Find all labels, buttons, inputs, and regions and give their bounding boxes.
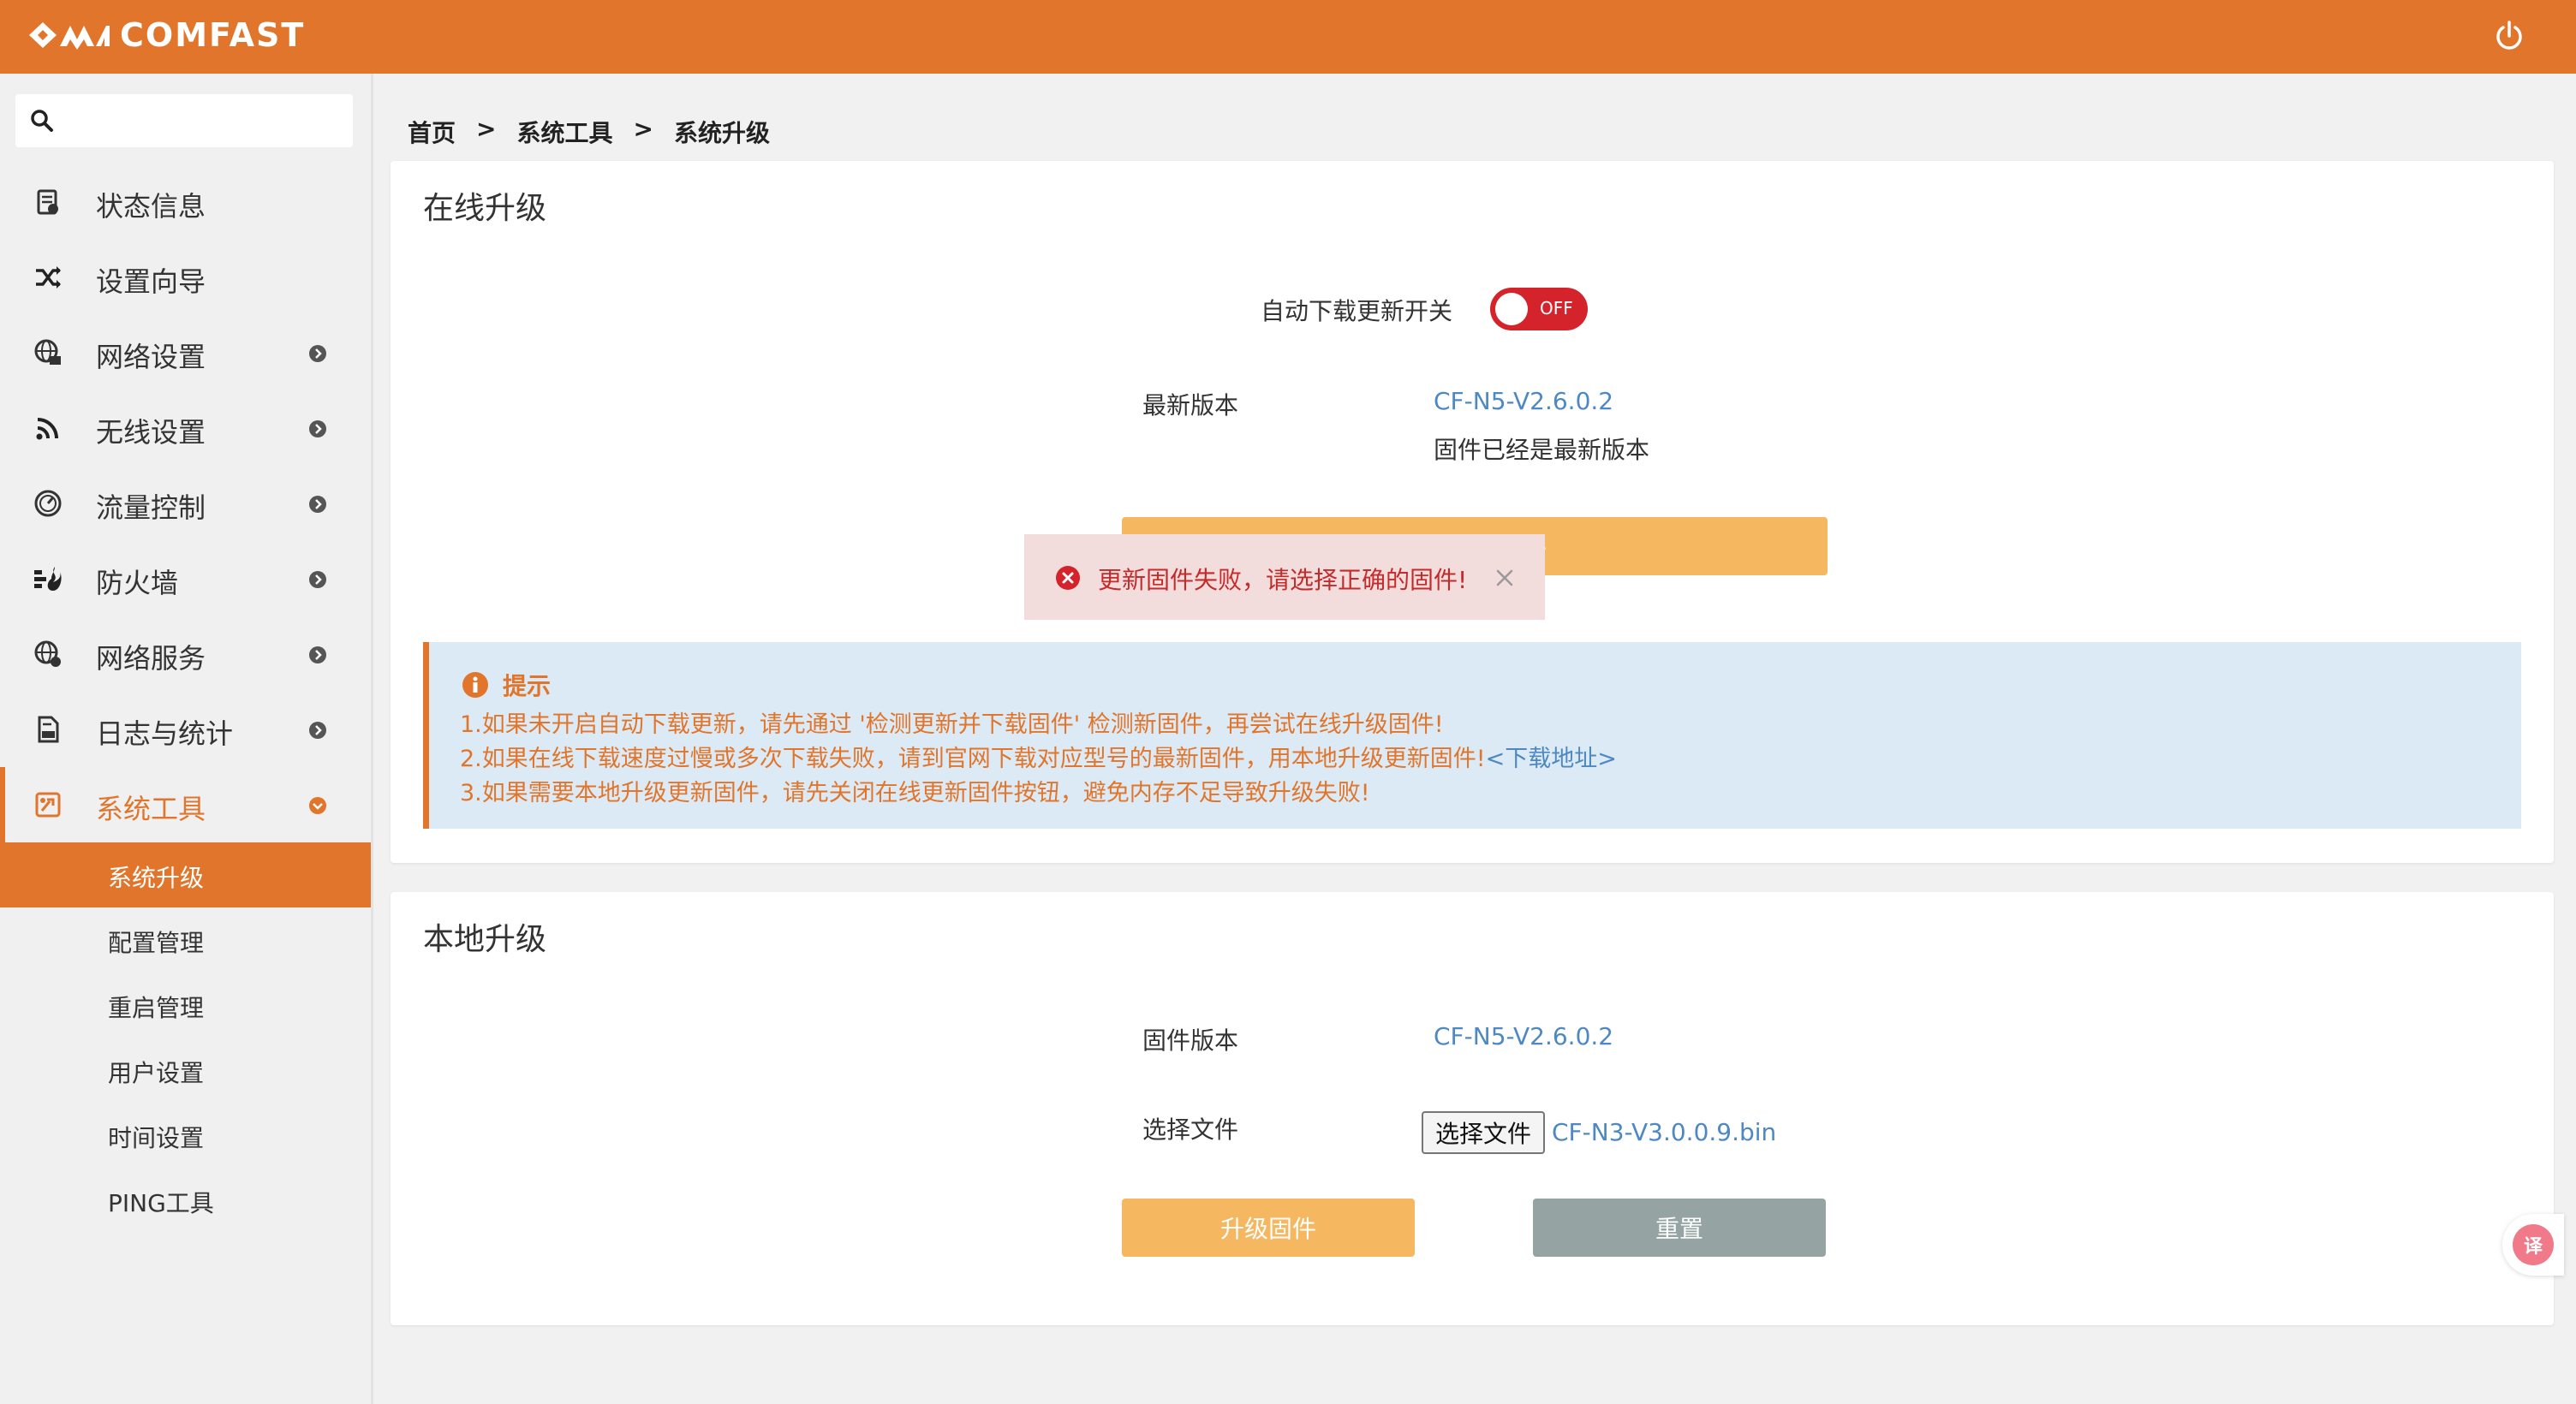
sidebar-item-firewall[interactable]: 防火墙 — [0, 541, 371, 616]
toggle-knob — [1495, 293, 1528, 325]
chevron-right-icon — [309, 496, 326, 513]
status-icon — [37, 189, 58, 215]
submenu-item-label: 用户设置 — [108, 1059, 205, 1087]
gauge-icon — [34, 490, 62, 517]
shuffle-icon — [36, 266, 61, 289]
submenu-item-label: 配置管理 — [108, 929, 205, 957]
breadcrumb: 首页 > 系统工具 > 系统升级 — [408, 115, 770, 149]
sidebar-item-logs[interactable]: 日志与统计 — [0, 692, 371, 767]
tip-line-2: 2.如果在线下载速度过慢或多次下载失败，请到官网下载对应型号的最新固件，用本地升… — [460, 740, 1617, 773]
submenu-item-ping[interactable]: PING工具 — [0, 1168, 371, 1233]
reset-button[interactable]: 重置 — [1533, 1199, 1826, 1257]
sidebar-item-label: 防火墙 — [96, 567, 179, 599]
submenu-item-label: 重启管理 — [108, 994, 205, 1022]
sidebar-item-label: 设置向导 — [96, 265, 206, 298]
chevron-right-icon — [309, 345, 326, 362]
tips-header: 提示 — [462, 668, 551, 702]
sidebar: 状态信息 设置向导 网络设置 无线设置 流量控制 防火墙 网络服务 日志与统计 … — [0, 74, 373, 1404]
breadcrumb-separator: > — [476, 115, 497, 143]
translate-widget[interactable]: 译 — [2502, 1214, 2564, 1276]
sidebar-item-label: 状态信息 — [96, 190, 206, 223]
system-tools-submenu: 系统升级 配置管理 重启管理 用户设置 时间设置 PING工具 — [0, 842, 371, 1233]
sidebar-item-label: 网络设置 — [96, 341, 206, 373]
latest-version-label: 最新版本 — [1142, 391, 1239, 419]
tips-title: 提示 — [503, 672, 552, 700]
online-upgrade-title: 在线升级 — [423, 191, 547, 226]
brand-logo[interactable]: COMFAST — [26, 15, 305, 55]
submenu-item-reboot[interactable]: 重启管理 — [0, 973, 371, 1038]
breadcrumb-current: 系统升级 — [673, 119, 770, 147]
online-upgrade-card: 在线升级 自动下载更新开关 OFF 最新版本 CF-N5-V2.6.0.2 固件… — [391, 161, 2554, 863]
search-input[interactable] — [67, 103, 341, 139]
chevron-right-icon — [309, 646, 326, 663]
submenu-item-label: 系统升级 — [108, 864, 205, 892]
sidebar-item-label: 系统工具 — [96, 793, 206, 825]
local-upgrade-card: 本地升级 固件版本 CF-N5-V2.6.0.2 选择文件 选择文件 CF-N3… — [391, 892, 2554, 1325]
firewall-icon — [34, 567, 62, 591]
tips-box: 提示 1.如果未开启自动下载更新，请先通过 '检测更新并下载固件' 检测新固件，… — [423, 642, 2521, 829]
breadcrumb-separator: > — [633, 115, 653, 143]
submenu-item-users[interactable]: 用户设置 — [0, 1038, 371, 1103]
power-icon[interactable] — [2490, 17, 2528, 55]
submenu-item-label: PING工具 — [108, 1189, 214, 1217]
local-upgrade-title: 本地升级 — [423, 922, 547, 957]
error-toast: 更新固件失败，请选择正确的固件! — [1024, 534, 1545, 620]
tip-line-2-text: 2.如果在线下载速度过慢或多次下载失败，请到官网下载对应型号的最新固件，用本地升… — [460, 746, 1486, 772]
chevron-right-icon — [309, 722, 326, 739]
sidebar-item-label: 流量控制 — [96, 491, 206, 524]
top-header: COMFAST — [0, 0, 2576, 74]
choose-file-button[interactable]: 选择文件 — [1422, 1111, 1546, 1154]
sidebar-item-label: 网络服务 — [96, 642, 206, 675]
latest-version-note: 固件已经是最新版本 — [1434, 436, 1650, 464]
sidebar-item-label: 无线设置 — [96, 416, 206, 449]
brand-name: COMFAST — [120, 16, 306, 54]
chevron-right-icon — [309, 571, 326, 588]
log-icon — [38, 716, 59, 743]
firmware-version-value: CF-N5-V2.6.0.2 — [1434, 1022, 1614, 1050]
breadcrumb-system-tools[interactable]: 系统工具 — [516, 115, 612, 149]
translate-icon: 译 — [2513, 1224, 2554, 1265]
search-icon — [31, 110, 53, 132]
submenu-item-time[interactable]: 时间设置 — [0, 1103, 371, 1168]
download-link[interactable]: <下载地址> — [1486, 746, 1617, 772]
sidebar-item-traffic[interactable]: 流量控制 — [0, 466, 371, 541]
sidebar-item-label: 日志与统计 — [96, 717, 234, 750]
globe-icon — [34, 640, 61, 667]
sidebar-item-system-tools[interactable]: 系统工具 — [0, 767, 371, 842]
close-icon[interactable] — [1494, 567, 1516, 589]
error-message: 更新固件失败，请选择正确的固件! — [1098, 566, 1468, 594]
tip-line-1: 1.如果未开启自动下载更新，请先通过 '检测更新并下载固件' 检测新固件，再尝试… — [460, 711, 1444, 738]
error-icon — [1056, 566, 1080, 590]
tools-icon — [35, 792, 61, 818]
breadcrumb-home[interactable]: 首页 — [408, 115, 456, 149]
sidebar-item-wireless[interactable]: 无线设置 — [0, 390, 371, 466]
sidebar-item-network[interactable]: 网络设置 — [0, 315, 371, 390]
comfast-logo-icon — [29, 22, 110, 50]
auto-download-label: 自动下载更新开关 — [1261, 297, 1453, 325]
sidebar-item-services[interactable]: 网络服务 — [0, 616, 371, 692]
chevron-down-icon — [309, 797, 326, 814]
sidebar-search — [15, 94, 353, 147]
selected-file-name: CF-N3-V3.0.0.9.bin — [1552, 1118, 1777, 1146]
submenu-item-label: 时间设置 — [108, 1124, 205, 1152]
toggle-state: OFF — [1540, 298, 1573, 318]
sidebar-item-status[interactable]: 状态信息 — [0, 164, 371, 240]
latest-version-value: CF-N5-V2.6.0.2 — [1434, 387, 1614, 415]
sidebar-menu: 状态信息 设置向导 网络设置 无线设置 流量控制 防火墙 网络服务 日志与统计 … — [0, 164, 371, 1233]
info-icon — [462, 672, 488, 698]
sidebar-item-wizard[interactable]: 设置向导 — [0, 240, 371, 315]
chevron-right-icon — [309, 420, 326, 437]
choose-file-label: 选择文件 — [1142, 1115, 1239, 1144]
auto-download-toggle[interactable]: OFF — [1490, 288, 1588, 330]
network-icon — [34, 339, 61, 365]
upgrade-firmware-button[interactable]: 升级固件 — [1122, 1199, 1415, 1257]
firmware-version-label: 固件版本 — [1142, 1026, 1239, 1055]
submenu-item-firmware-upgrade[interactable]: 系统升级 — [0, 842, 371, 907]
submenu-item-config[interactable]: 配置管理 — [0, 907, 371, 973]
wifi-icon — [36, 418, 58, 440]
tip-line-3: 3.如果需要本地升级更新固件，请先关闭在线更新固件按钮，避免内存不足导致升级失败… — [460, 780, 1370, 806]
